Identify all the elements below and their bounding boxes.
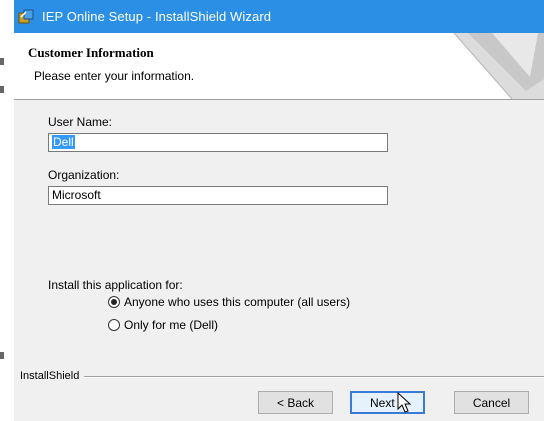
- organization-label-text: Organization:: [48, 168, 120, 182]
- radio-all-users-button[interactable]: [108, 296, 120, 308]
- radio-all-users-label: Anyone who uses this computer (all users…: [124, 295, 351, 309]
- user-name-label-text: User Name:: [48, 115, 113, 129]
- back-button[interactable]: < Back: [258, 391, 333, 414]
- edge-mark: [0, 58, 4, 65]
- installshield-wizard-window: IEP Online Setup - InstallShield Wizard …: [14, 0, 544, 421]
- installshield-brand-label: InstallShield: [20, 370, 80, 382]
- install-for-label: Install this application for:: [48, 278, 183, 292]
- radio-only-me[interactable]: Only for me (Dell): [108, 318, 218, 332]
- radio-only-me-label: Only for me (Dell): [124, 318, 219, 332]
- user-name-label: User Name:: [48, 115, 112, 129]
- title-bar[interactable]: IEP Online Setup - InstallShield Wizard: [14, 0, 544, 33]
- cancel-button[interactable]: Cancel: [454, 391, 529, 414]
- background-window-edge: [0, 0, 15, 421]
- next-button[interactable]: Next >: [350, 391, 425, 414]
- installer-app-icon: [18, 9, 34, 24]
- user-name-value-selected: Dell: [52, 135, 75, 149]
- footer-divider: [84, 376, 544, 378]
- edge-mark: [0, 86, 4, 93]
- organization-label: Organization:: [48, 168, 119, 182]
- organization-input[interactable]: Microsoft: [48, 186, 388, 205]
- radio-all-users[interactable]: Anyone who uses this computer (all users…: [108, 295, 350, 309]
- page-title: Customer Information: [28, 45, 154, 60]
- mouse-pointer-icon: [397, 392, 412, 413]
- wizard-header: Customer Information Please enter your i…: [14, 33, 544, 100]
- user-name-input[interactable]: Dell: [48, 133, 388, 152]
- header-decoration-graphic: [453, 33, 544, 99]
- organization-value: Microsoft: [52, 188, 101, 202]
- page-subtitle: Please enter your information.: [34, 69, 195, 83]
- radio-only-me-button[interactable]: [108, 319, 120, 331]
- edge-mark: [0, 352, 4, 359]
- window-title: IEP Online Setup - InstallShield Wizard: [42, 9, 272, 24]
